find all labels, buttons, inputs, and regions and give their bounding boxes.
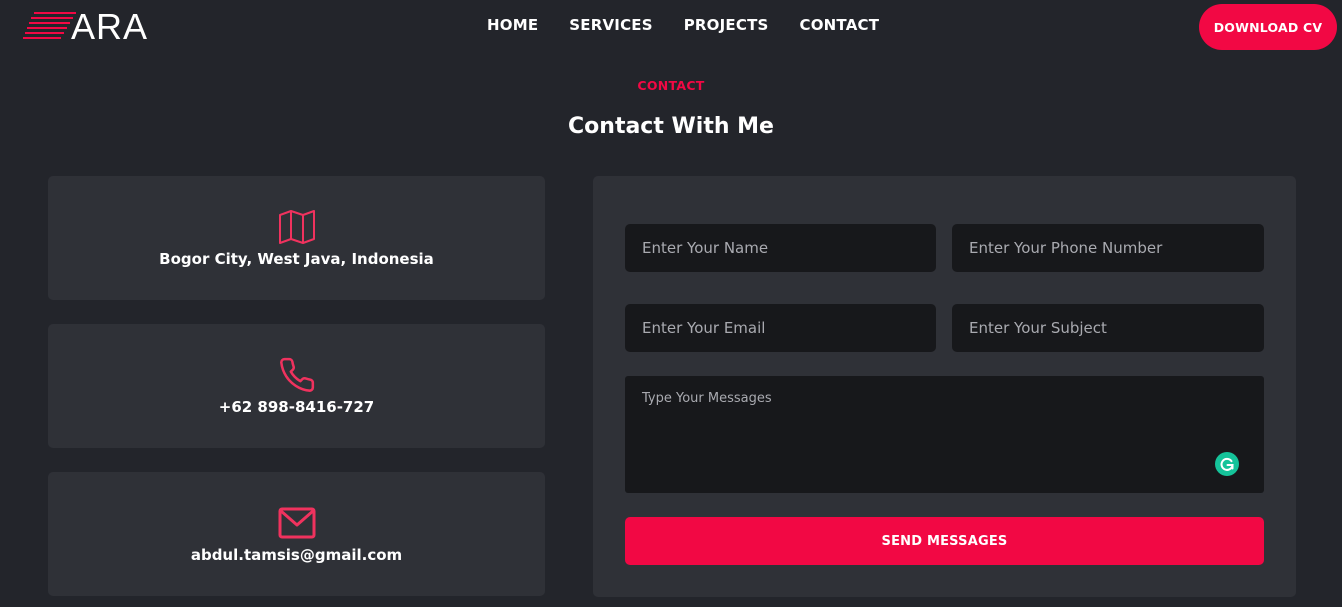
nav-contact[interactable]: CONTACT — [800, 16, 880, 34]
nav-services[interactable]: SERVICES — [569, 16, 652, 34]
phone-text: +62 898-8416-727 — [218, 398, 375, 416]
mail-icon — [278, 507, 315, 539]
phone-input[interactable] — [952, 224, 1264, 272]
nav-projects[interactable]: PROJECTS — [684, 16, 769, 34]
grammarly-icon[interactable] — [1215, 452, 1239, 476]
message-textarea[interactable] — [625, 376, 1264, 493]
contact-form: SEND MESSAGES — [593, 176, 1296, 597]
phone-card: +62 898-8416-727 — [48, 324, 545, 448]
download-cv-button[interactable]: DOWNLOAD CV — [1199, 4, 1337, 50]
subject-input[interactable] — [952, 304, 1264, 352]
nav-home[interactable]: HOME — [487, 16, 538, 34]
address-text: Bogor City, West Java, Indonesia — [159, 250, 434, 268]
section-title: Contact With Me — [568, 114, 774, 139]
page: ARA HOME SERVICES PROJECTS CONTACT DOWNL… — [0, 0, 1342, 607]
logo[interactable]: ARA — [22, 7, 147, 47]
address-card: Bogor City, West Java, Indonesia — [48, 176, 545, 300]
email-input[interactable] — [625, 304, 936, 352]
main-nav: HOME SERVICES PROJECTS CONTACT — [487, 16, 879, 34]
phone-icon — [279, 357, 314, 392]
email-card: abdul.tamsis@gmail.com — [48, 472, 545, 596]
map-icon — [278, 210, 315, 244]
section-eyebrow: CONTACT — [637, 78, 705, 93]
send-messages-button[interactable]: SEND MESSAGES — [625, 517, 1264, 565]
email-text: abdul.tamsis@gmail.com — [190, 546, 403, 564]
name-input[interactable] — [625, 224, 936, 272]
logo-text: ARA — [71, 6, 149, 47]
